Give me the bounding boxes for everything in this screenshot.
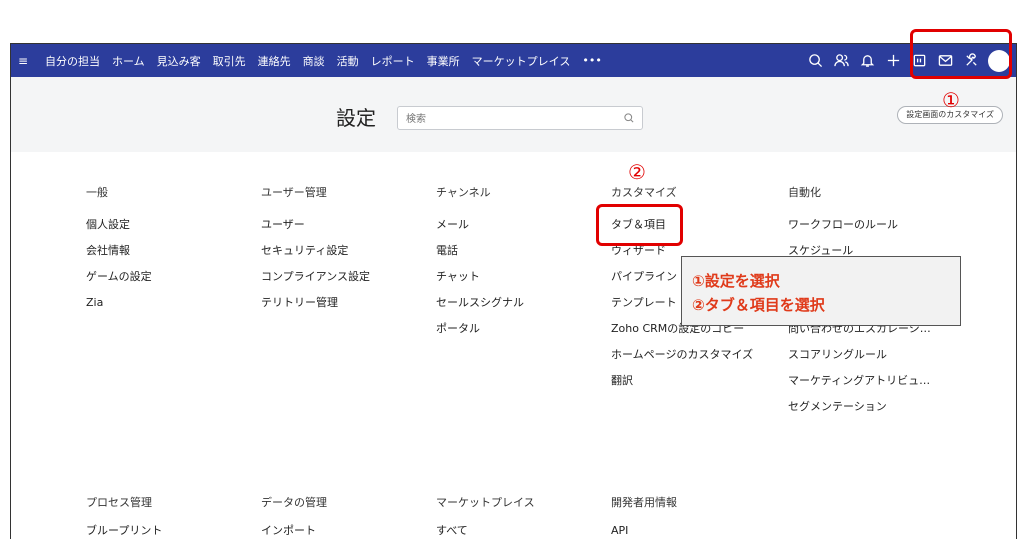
- search-icon[interactable]: [802, 44, 828, 77]
- settings-column-channels: チャンネル メール 電話 チャット セールスシグナル ポータル: [436, 184, 606, 348]
- hamburger-menu-icon[interactable]: ≡: [13, 54, 33, 68]
- settings-search-box[interactable]: [397, 106, 643, 130]
- nav-tab-accounts[interactable]: 取引先: [213, 53, 246, 69]
- plus-icon[interactable]: [880, 44, 906, 77]
- settings-column-process-management: プロセス管理 ブループリント: [86, 494, 256, 539]
- link-chat[interactable]: チャット: [436, 270, 606, 296]
- link-marketing-attribution[interactable]: マーケティングアトリビュ…: [788, 374, 958, 400]
- nav-tab-activities[interactable]: 活動: [337, 53, 359, 69]
- link-portals[interactable]: ポータル: [436, 322, 606, 348]
- section-heading: チャンネル: [436, 186, 491, 199]
- link-translations[interactable]: 翻訳: [611, 374, 781, 400]
- nav-tabs: 自分の担当 ホーム 見込み客 取引先 連絡先 商談 活動 レポート 事業所 マー…: [33, 53, 602, 69]
- link-users[interactable]: ユーザー: [261, 218, 431, 244]
- callout-step-1: ①設定を選択: [692, 272, 780, 290]
- settings-search-input[interactable]: [404, 113, 608, 126]
- link-compliance-settings[interactable]: コンプライアンス設定: [261, 270, 431, 296]
- link-marketplace-all[interactable]: すべて: [436, 524, 606, 539]
- search-icon: [624, 113, 634, 123]
- link-home-customization[interactable]: ホームページのカスタマイズ: [611, 348, 781, 374]
- link-personal-settings[interactable]: 個人設定: [86, 218, 256, 244]
- link-territory-management[interactable]: テリトリー管理: [261, 296, 431, 322]
- link-security-settings[interactable]: セキュリティ設定: [261, 244, 431, 270]
- highlight-tabs-and-fields: [596, 204, 683, 246]
- settings-column-user-management: ユーザー管理 ユーザー セキュリティ設定 コンプライアンス設定 テリトリー管理: [261, 184, 431, 322]
- settings-column-marketplace: マーケットプレイス すべて: [436, 494, 606, 539]
- nav-tab-leads[interactable]: 見込み客: [157, 53, 201, 69]
- link-segmentation[interactable]: セグメンテーション: [788, 400, 958, 426]
- link-workflow-rules[interactable]: ワークフローのルール: [788, 218, 958, 244]
- section-heading: データの管理: [261, 496, 327, 509]
- link-email[interactable]: メール: [436, 218, 606, 244]
- link-phone[interactable]: 電話: [436, 244, 606, 270]
- section-heading: 自動化: [788, 186, 821, 199]
- link-import[interactable]: インポート: [261, 524, 431, 539]
- link-zia[interactable]: Zia: [86, 296, 256, 322]
- settings-column-developer-space: 開発者用情報 API: [611, 494, 781, 539]
- settings-column-general: 一般 個人設定 会社情報 ゲームの設定 Zia: [86, 184, 256, 322]
- section-heading: ユーザー管理: [261, 186, 327, 199]
- top-navigation-bar: ≡ 自分の担当 ホーム 見込み客 取引先 連絡先 商談 活動 レポート 事業所 …: [11, 44, 1016, 77]
- highlight-settings-icons: [910, 29, 1012, 79]
- link-game-settings[interactable]: ゲームの設定: [86, 270, 256, 296]
- nav-tab-home[interactable]: ホーム: [112, 53, 145, 69]
- nav-tab-deals[interactable]: 商談: [303, 53, 325, 69]
- settings-column-data-administration: データの管理 インポート: [261, 494, 431, 539]
- nav-tab-reports[interactable]: レポート: [371, 53, 415, 69]
- nav-tab-contacts[interactable]: 連絡先: [258, 53, 291, 69]
- nav-tab-my-tasks[interactable]: 自分の担当: [45, 53, 100, 69]
- link-scoring-rules[interactable]: スコアリングルール: [788, 348, 958, 374]
- bell-icon[interactable]: [854, 44, 880, 77]
- section-heading: 一般: [86, 186, 108, 199]
- nav-more-button[interactable]: •••: [582, 54, 601, 67]
- section-heading: プロセス管理: [86, 496, 152, 509]
- users-icon[interactable]: [828, 44, 854, 77]
- nav-tab-marketplace[interactable]: マーケットプレイス: [472, 53, 571, 69]
- section-heading: 開発者用情報: [611, 496, 677, 509]
- nav-tab-offices[interactable]: 事業所: [427, 53, 460, 69]
- link-api[interactable]: API: [611, 524, 781, 539]
- link-company-info[interactable]: 会社情報: [86, 244, 256, 270]
- callout-step-2: ②タブ＆項目を選択: [692, 296, 825, 314]
- link-sales-signals[interactable]: セールスシグナル: [436, 296, 606, 322]
- link-blueprint[interactable]: ブループリント: [86, 524, 256, 539]
- section-heading: マーケットプレイス: [436, 496, 535, 509]
- page-title: 設定: [336, 106, 376, 130]
- annotation-marker-1: ①: [942, 88, 960, 112]
- instruction-callout: ①設定を選択 ②タブ＆項目を選択: [681, 256, 961, 326]
- annotation-marker-2: ②: [628, 160, 646, 184]
- section-heading: カスタマイズ: [611, 186, 677, 199]
